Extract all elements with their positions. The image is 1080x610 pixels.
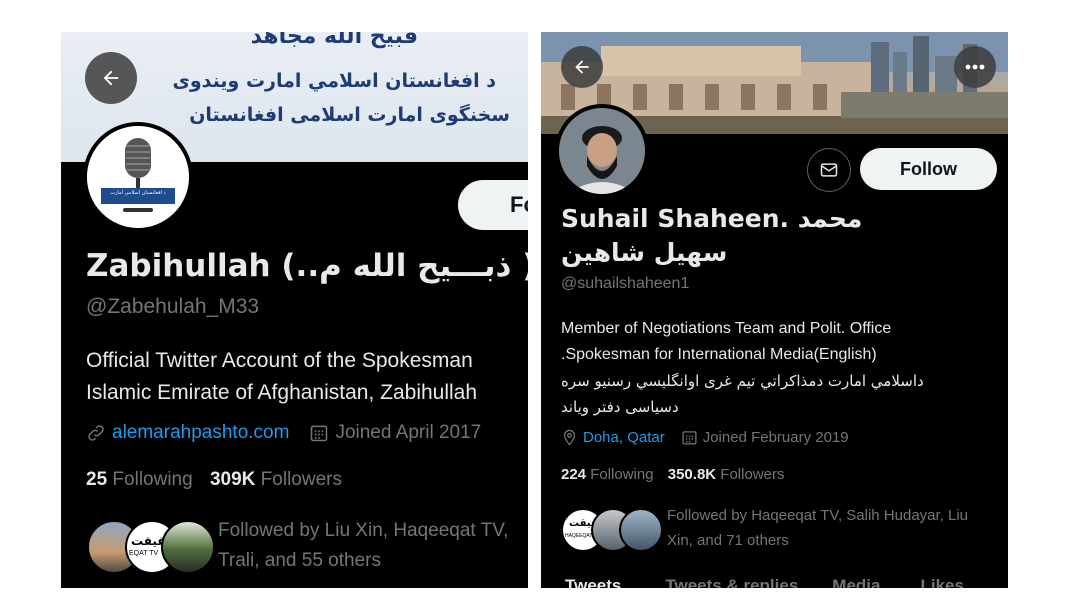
message-button[interactable] (807, 148, 851, 192)
back-button[interactable] (561, 46, 603, 88)
profile-photo-image (559, 108, 645, 194)
bio-line: Member of Negotiations Team and Polit. O… (561, 320, 892, 337)
tab-likes[interactable]: Likes (920, 576, 963, 588)
follow-stats: 224 Following 350.8K Followers (561, 466, 784, 483)
follow-button[interactable]: Follow (860, 148, 997, 190)
bio-line: داسلامي امارت دمذاكراتي تيم غرى اوانگليس… (561, 372, 924, 390)
profile-tabs: Tweets Tweets & replies Media Likes (565, 576, 964, 588)
banner-text-line2: سخنگوى امارت اسلامى افغانستان (189, 104, 510, 126)
bio-line: Islamic Emirate of Afghanistan, Zabihull… (86, 381, 478, 404)
bio-line: Official Twitter Account of the Spokesma… (86, 349, 473, 372)
location-text: Doha, Qatar (583, 429, 665, 446)
banner-text-line1: د افغانستان اسلامي امارت ويندوى (172, 70, 496, 92)
envelope-icon (820, 163, 838, 177)
arrow-left-icon (103, 70, 119, 86)
joined-date: Joined February 2019 (702, 429, 849, 446)
followed-by-text[interactable]: Followed by Liu Xin, Haqeeqat TV, Trali,… (218, 516, 508, 576)
profile-bio: Official Twitter Account of the Spokesma… (86, 345, 477, 409)
back-button[interactable] (85, 52, 137, 104)
follow-button[interactable]: Fo (458, 180, 528, 230)
following-count: 25 (86, 469, 108, 490)
avatar[interactable] (555, 104, 649, 198)
followed-line: Followed by Liu Xin, Haqeeqat TV, (218, 520, 509, 541)
bio-line: .Spokesman for International Media(Engli… (561, 346, 877, 363)
following-link[interactable]: 25 Following (86, 469, 193, 490)
calendar-icon (682, 431, 697, 445)
followers-label: Followers (720, 466, 785, 483)
profile-name: Suhail Shaheen. محمد (561, 204, 863, 233)
profile-name: Zabihullah (..ذبـــيح الله م ) (86, 248, 528, 284)
following-link[interactable]: 224 Following (561, 466, 654, 483)
more-button[interactable] (954, 46, 996, 88)
avatar-caption: د افغانستان اسلامي امارت (110, 190, 166, 196)
location-pin-icon (563, 429, 576, 446)
follow-stats: 25 Following 309K Followers (86, 469, 342, 491)
following-label: Following (590, 466, 654, 483)
profile-meta: alemarahpashto.com Joined April 2017 (86, 422, 481, 444)
joined-date: Joined April 2017 (335, 422, 482, 443)
tab-tweets-and-replies[interactable]: Tweets & replies (665, 576, 798, 588)
profile-handle: @suhailshaheen1 (561, 275, 690, 292)
profile-panel-zabihullah: قبيح الله مجاهد د افغانستان اسلامي امارت… (61, 32, 528, 588)
arrow-left-icon (575, 60, 589, 74)
followed-line: Xin, and 71 others (667, 532, 789, 549)
bio-line: دسياسى دفتر وياند (561, 398, 679, 416)
profile-bio: Member of Negotiations Team and Polit. O… (561, 316, 924, 420)
profile-meta: Doha, Qatar Joined February 2019 (561, 429, 849, 446)
profile-name-line2: سهيل شاهين (561, 238, 728, 267)
profile-panel-suhail-shaheen: Follow Suhail Shaheen. محمد سهيل شاهين @… (541, 32, 1008, 588)
profile-handle: @Zabehulah_M33 (86, 295, 260, 318)
more-horizontal-icon (965, 64, 985, 70)
follower-avatar (161, 520, 215, 574)
haqeeqat-logo-sub: EQAT TV (129, 550, 159, 557)
follower-avatar (619, 508, 663, 552)
following-label: Following (112, 469, 193, 490)
tab-tweets[interactable]: Tweets (565, 576, 621, 588)
tab-media[interactable]: Media (832, 576, 880, 588)
followers-link[interactable]: 350.8K Followers (668, 466, 785, 483)
website-link[interactable]: alemarahpashto.com (112, 422, 289, 444)
microphone-logo-image (87, 126, 189, 228)
followers-count: 350.8K (667, 466, 717, 483)
link-icon (88, 425, 104, 441)
followed-line: Followed by Haqeeqat TV, Salih Hudayar, … (667, 507, 969, 524)
followed-by-text[interactable]: Followed by Haqeeqat TV, Salih Hudayar, … (667, 503, 968, 553)
following-count: 224 (561, 466, 587, 483)
followers-count: 309K (209, 469, 256, 490)
followed-line: Trali, and 55 others (218, 550, 381, 571)
followers-link[interactable]: 309K Followers (210, 469, 342, 490)
calendar-icon (311, 425, 328, 442)
avatar[interactable]: د افغانستان اسلامي امارت (83, 122, 193, 232)
followers-label: Followers (260, 469, 342, 490)
banner-text-top: قبيح الله مجاهد (250, 32, 418, 49)
